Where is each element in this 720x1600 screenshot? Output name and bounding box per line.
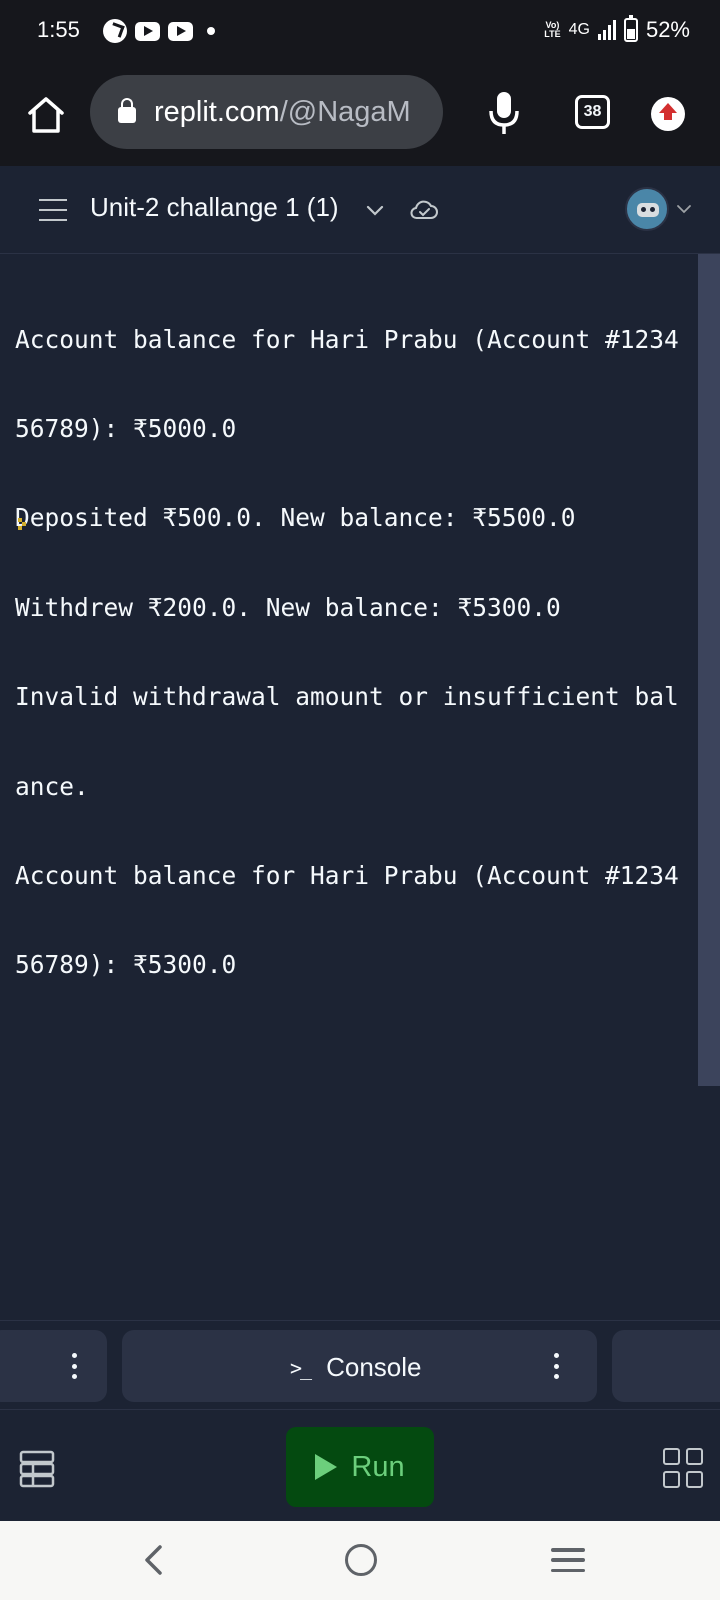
youtube-icon [135,21,160,41]
console-output: Account balance for Hari Prabu (Account … [15,265,695,1040]
terminal-icon: >_ [290,1355,312,1380]
console-line: Withdrew ₹200.0. New balance: ₹5300.0 [15,592,561,622]
repl-header: Unit-2 challange 1 (1) [0,166,720,254]
url-host: replit.com [154,95,280,128]
run-button[interactable]: Run [286,1427,434,1507]
avatar[interactable] [625,187,669,231]
console-line: 56789): ₹5000.0 [15,413,237,443]
repl-title[interactable]: Unit-2 challange 1 (1) [90,192,339,223]
console-output-area[interactable]: Account balance for Hari Prabu (Account … [0,254,720,1320]
console-line: ance. [15,771,89,801]
status-system-icons: Vo) LTE 4G 52% [544,15,690,43]
tab-switcher-button[interactable]: 38 [575,95,610,129]
status-notification-icons [103,18,215,44]
more-options-icon[interactable] [553,1353,559,1379]
play-icon [315,1454,338,1480]
run-label: Run [351,1450,405,1483]
address-bar[interactable]: replit.com/@NagaM [90,75,443,149]
battery-percent: 52% [645,17,690,42]
notification-dot-icon [207,27,215,35]
mic-icon[interactable] [487,90,521,136]
chevron-down-icon[interactable] [676,202,692,216]
scrollbar[interactable] [698,254,720,1086]
home-circle-icon[interactable] [345,1544,377,1576]
tab-console-label: Console [326,1352,422,1382]
pane-tab-strip: >_ Console [0,1320,720,1410]
browser-toolbar: replit.com/@NagaM 38 [0,64,720,166]
console-line: Account balance for Hari Prabu (Account … [15,324,679,354]
signal-icon [597,20,616,40]
grid-icon[interactable] [663,1448,703,1488]
url-text: replit.com/@NagaM [154,96,411,129]
network-type: 4G [568,21,590,38]
tab-next[interactable] [612,1330,720,1402]
console-line: 56789): ₹5300.0 [15,950,237,980]
battery-icon [623,15,638,42]
status-bar: 1:55 Vo) LTE 4G 52% [0,0,720,64]
back-icon[interactable] [140,1543,168,1577]
console-line: Account balance for Hari Prabu (Account … [15,860,679,890]
update-arrow-icon[interactable] [651,97,685,131]
more-options-icon[interactable] [71,1353,77,1379]
recents-icon[interactable] [551,1548,585,1572]
menu-icon[interactable] [39,199,67,221]
url-path: /@NagaM [279,95,411,128]
chevron-down-icon[interactable] [365,200,385,220]
prompt-icon [18,518,30,532]
system-navigation-bar [0,1521,720,1600]
home-icon[interactable] [22,91,70,139]
volte-indicator: Vo) LTE [544,20,561,39]
speed-dial-icon [103,19,127,43]
console-line: Deposited ₹500.0. New balance: ₹5500.0 [15,503,576,533]
tab-previous[interactable] [0,1330,107,1402]
status-time: 1:55 [37,17,80,42]
run-toolbar: Run [0,1410,720,1521]
lock-icon [118,98,136,123]
cloud-check-icon[interactable] [409,198,439,222]
stack-icon[interactable] [18,1449,56,1489]
tab-console[interactable]: >_ Console [122,1330,597,1402]
youtube-icon [168,21,193,41]
console-line: Invalid withdrawal amount or insufficien… [15,682,679,712]
